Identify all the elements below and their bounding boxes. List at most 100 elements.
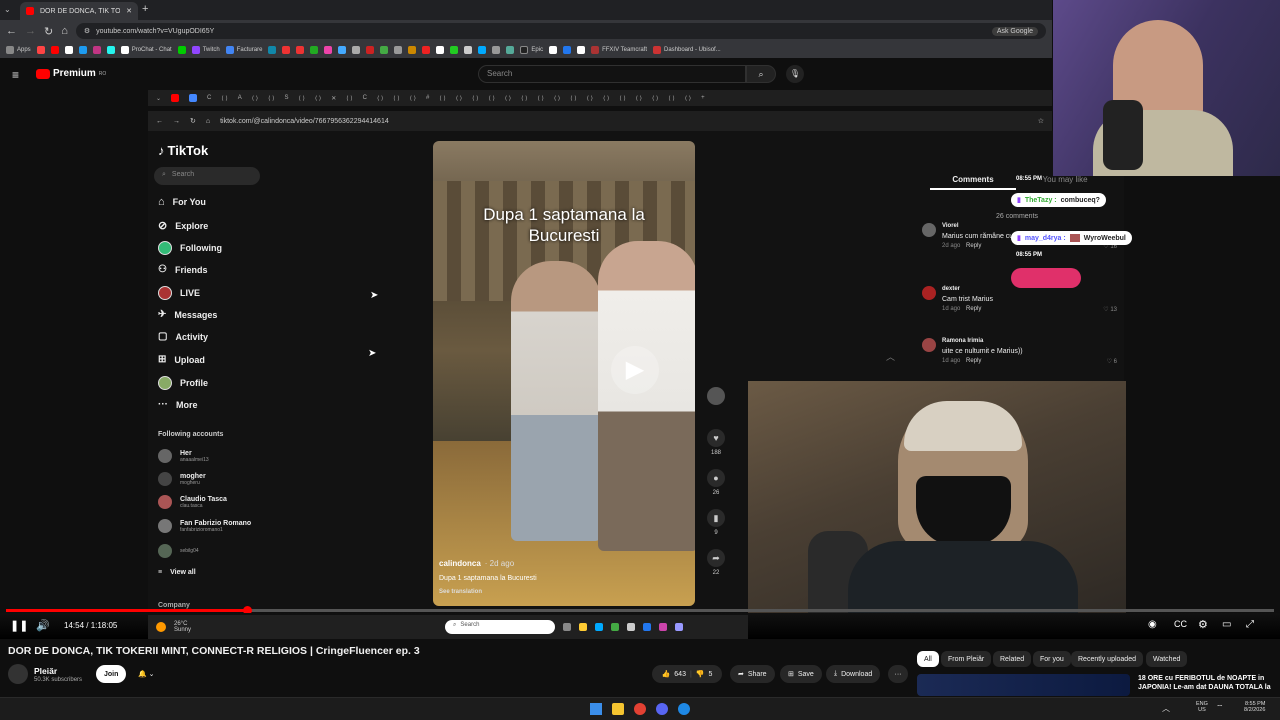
discord-icon[interactable]: [656, 703, 668, 715]
share-button[interactable]: ➦ 22: [706, 549, 726, 576]
video-author[interactable]: calindonca · 2d ago: [439, 559, 514, 568]
reply-button[interactable]: Reply: [966, 243, 981, 249]
tray-chevron-icon[interactable]: ︿: [1162, 703, 1170, 714]
recommended-title[interactable]: 18 ORE cu FERIBOTUL de NOAPTE in JAPONIA!…: [1138, 674, 1278, 692]
chip-related[interactable]: Related: [993, 651, 1032, 667]
reload-icon[interactable]: ↻: [44, 25, 53, 38]
account-item[interactable]: Her anaaalmei13: [158, 449, 209, 463]
pause-icon[interactable]: ❚❚: [10, 619, 28, 632]
site-info-icon[interactable]: ⚙: [84, 27, 90, 35]
tiktok-search-input[interactable]: ⌕ Search: [154, 167, 260, 185]
search-icon[interactable]: ⌕: [746, 65, 776, 83]
save-bookmark-button[interactable]: ▮ 9: [706, 509, 726, 536]
app-icon[interactable]: [678, 703, 690, 715]
ask-google-button[interactable]: Ask Google: [991, 26, 1038, 36]
captions-icon[interactable]: CC: [1174, 619, 1187, 629]
hamburger-menu-icon[interactable]: ≡: [12, 68, 19, 82]
nav-messages[interactable]: ✈ Messages: [158, 309, 217, 320]
inner-reload-icon[interactable]: ↻: [190, 117, 196, 125]
account-item[interactable]: sebilg04: [158, 544, 199, 558]
account-item[interactable]: Fan Fabrizio Romano fanfabrizioromano1: [158, 519, 251, 533]
reply-button[interactable]: Reply: [966, 306, 981, 312]
bookmark-facturare[interactable]: Facturare: [225, 46, 262, 54]
join-button[interactable]: Join: [96, 665, 127, 683]
nav-explore[interactable]: ⊘ Explore: [158, 219, 208, 232]
save-button[interactable]: ⊞ Save: [780, 665, 822, 683]
tiktok-logo[interactable]: ♪ TikTok: [158, 143, 208, 158]
tab-comments[interactable]: Comments: [930, 175, 1016, 190]
bookmark-teamcraft[interactable]: FFXIV Teamcraft: [591, 46, 647, 54]
network-icon[interactable]: ⌔: [1216, 703, 1224, 713]
file-explorer-icon[interactable]: [612, 703, 624, 715]
tiktok-sidebar: ♪ TikTok ⌕ Search ⌂ For You ⊘ Explore Follow…: [148, 131, 428, 609]
theater-mode-icon[interactable]: ▭: [1222, 619, 1231, 630]
browser-tab-strip: ⌄ DOR DE DONCA, TIK TOKERII ✕ +: [0, 0, 1052, 20]
account-item[interactable]: Claudio Tasca clau.tasca: [158, 495, 227, 509]
nav-for-you[interactable]: ⌂ For You: [158, 196, 206, 208]
clock[interactable]: 8:55 PM 8/2/2026: [1244, 701, 1265, 713]
chat-alert-badge: [1011, 268, 1081, 288]
thumbs-up-icon[interactable]: 👍: [662, 670, 671, 678]
browser-tab-active[interactable]: DOR DE DONCA, TIK TOKERII ✕: [20, 2, 138, 20]
inner-back-icon[interactable]: ←: [156, 118, 163, 125]
youtube-logo[interactable]: Premium RO: [36, 68, 106, 79]
bookmark-twitch[interactable]: Twitch: [191, 46, 220, 54]
nav-live[interactable]: LIVE: [158, 286, 200, 300]
chrome-icon[interactable]: [634, 703, 646, 715]
bookmark-star-icon[interactable]: ☆: [1038, 117, 1044, 125]
bookmark-ubisoft[interactable]: Dashboard - Ubisof...: [653, 46, 721, 54]
nav-profile[interactable]: Profile: [158, 376, 208, 390]
channel-name[interactable]: Pleiăr: [34, 666, 57, 676]
account-item[interactable]: mogher mogheru: [158, 472, 206, 486]
thumbs-down-icon[interactable]: 👎: [696, 670, 705, 678]
home-icon[interactable]: ⌂: [61, 25, 68, 37]
channel-avatar[interactable]: [8, 664, 28, 684]
url-field[interactable]: ⚙ youtube.com/watch?v=VUgupODI65Y Ask Go…: [75, 23, 1046, 39]
inner-forward-icon[interactable]: →: [173, 118, 180, 125]
like-button[interactable]: ♥ 188: [706, 429, 726, 456]
chip-recently-uploaded[interactable]: Recently uploaded: [1071, 651, 1143, 667]
chip-from-channel[interactable]: From Pleiăr: [941, 651, 992, 667]
share-button[interactable]: ➦ Share: [730, 665, 775, 683]
inner-url[interactable]: tiktok.com/@calindonca/video/76679563622…: [220, 118, 389, 125]
fullscreen-icon[interactable]: ⤢: [1246, 619, 1254, 630]
download-button[interactable]: ⤓ Download: [826, 665, 881, 683]
forward-icon[interactable]: →: [25, 25, 36, 37]
reply-button[interactable]: Reply: [966, 358, 981, 364]
nav-more[interactable]: ··· More: [158, 399, 198, 410]
windows-start-icon[interactable]: [590, 703, 602, 715]
taskbar-search[interactable]: ⌕ Search: [445, 620, 556, 634]
youtube-search-input[interactable]: Search: [478, 65, 746, 83]
close-tab-icon[interactable]: ✕: [126, 7, 132, 15]
back-icon[interactable]: ←: [6, 25, 17, 37]
recommended-thumbnail[interactable]: [917, 674, 1130, 696]
tab-menu-icon[interactable]: ⌄: [4, 5, 14, 15]
nav-activity[interactable]: ▢ Activity: [158, 331, 208, 342]
view-all-button[interactable]: ≡ View all: [158, 569, 196, 576]
bookmark-apps[interactable]: Apps: [6, 46, 31, 54]
company-link[interactable]: Company: [158, 602, 190, 609]
settings-gear-icon[interactable]: ⚙: [1198, 618, 1208, 631]
more-actions-icon[interactable]: ···: [888, 665, 908, 683]
notifications-bell-icon[interactable]: 🔔 ⌄: [130, 665, 163, 683]
microphone-icon[interactable]: 🎙: [786, 65, 804, 83]
language-indicator[interactable]: ENG US: [1196, 701, 1208, 713]
inner-home-icon[interactable]: ⌂: [206, 118, 210, 125]
chip-for-you[interactable]: For you: [1033, 651, 1071, 667]
nav-following[interactable]: Following: [158, 241, 222, 255]
autoplay-toggle-icon[interactable]: ◉: [1148, 619, 1157, 630]
bookmark-prochat[interactable]: ProChat - Chat: [120, 46, 172, 54]
see-translation-link[interactable]: See translation: [439, 589, 482, 595]
volume-icon[interactable]: 🔊: [36, 619, 50, 632]
nav-upload[interactable]: ⊞ Upload: [158, 354, 205, 365]
nav-friends[interactable]: ⚇ Friends: [158, 264, 207, 275]
chip-watched[interactable]: Watched: [1146, 651, 1188, 667]
creator-avatar[interactable]: [706, 387, 726, 408]
new-tab-icon[interactable]: +: [142, 3, 148, 15]
play-icon[interactable]: ▶: [611, 346, 659, 394]
scroll-up-icon[interactable]: ︿: [886, 350, 895, 363]
bookmark-epic[interactable]: Epic: [520, 46, 543, 54]
comment-button[interactable]: ● 26: [706, 469, 726, 496]
twitch-icon: ▮: [1017, 235, 1021, 242]
chip-all[interactable]: All: [917, 651, 939, 667]
